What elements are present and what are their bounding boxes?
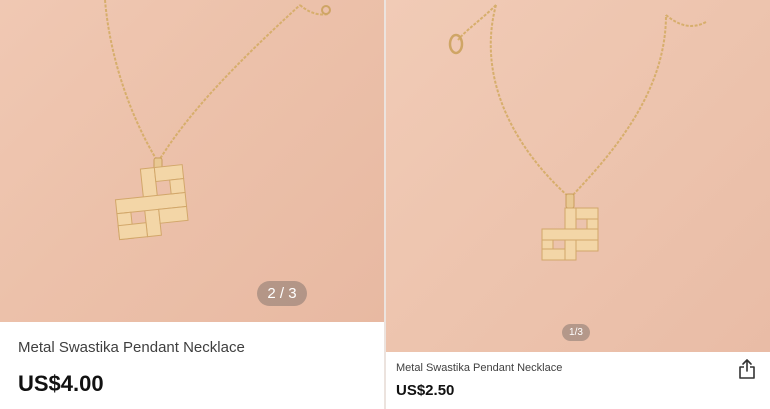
product-photo[interactable]: 1/3 [386, 0, 770, 352]
product-name[interactable]: Metal Swastika Pendant Necklace [396, 362, 562, 374]
product-info: Metal Swastika Pendant Necklace US$4.00 [0, 322, 384, 409]
product-price: US$2.50 [396, 382, 455, 399]
product-photo[interactable]: 2 / 3 [0, 0, 384, 322]
image-counter: 2 / 3 [257, 281, 307, 306]
product-info: Metal Swastika Pendant Necklace US$2.50 [386, 352, 770, 409]
necklace-photo-graphic [448, 4, 707, 261]
share-icon[interactable] [738, 358, 756, 380]
product-price: US$4.00 [18, 371, 104, 396]
image-counter: 1/3 [562, 324, 590, 341]
product-card-right[interactable]: 1/3 Metal Swastika Pendant Necklace US$2… [386, 0, 770, 409]
product-name[interactable]: Metal Swastika Pendant Necklace [18, 339, 245, 356]
necklace-photo-graphic [104, 0, 331, 241]
product-card-left[interactable]: 2 / 3 Metal Swastika Pendant Necklace US… [0, 0, 384, 409]
